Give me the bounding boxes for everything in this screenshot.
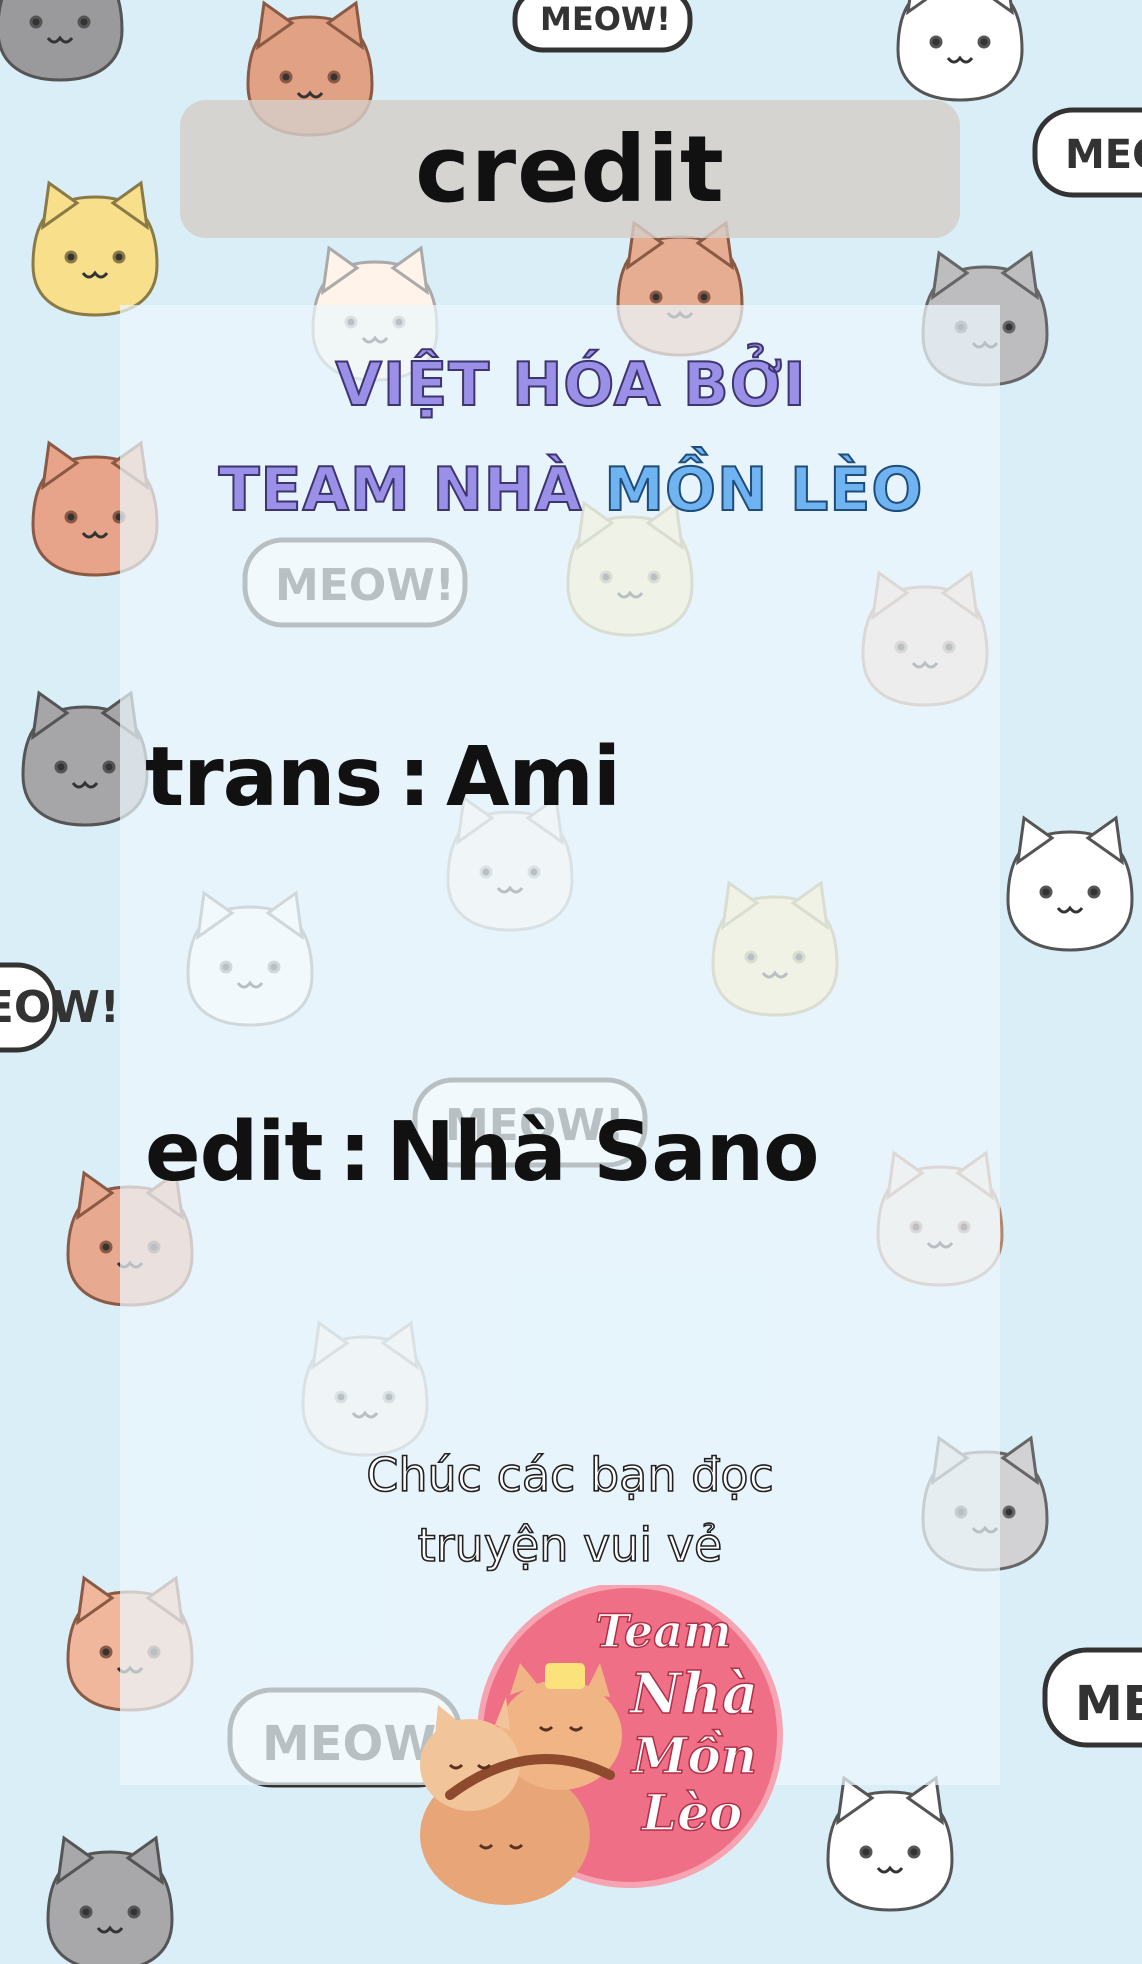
logo-text-line-1: Team: [595, 1604, 732, 1658]
bubble-text: MEOW!: [1075, 1676, 1142, 1732]
team-name-highlight: MỒN LÈO: [603, 454, 924, 526]
page-title: credit: [415, 115, 725, 223]
greeting-message: Chúc các bạn đọc truyện vui vẻ: [300, 1440, 840, 1580]
cat-icon: [0, 0, 124, 82]
cat-icon: [1006, 816, 1134, 952]
cat-icon: [896, 0, 1024, 102]
cat-icon: [826, 1776, 954, 1912]
bubble-text: MEOW!: [1065, 132, 1142, 178]
editor-separator: :: [338, 1105, 372, 1200]
translated-by-heading: VIỆT HÓA BỞI: [335, 349, 807, 421]
team-name-prefix: TEAM NHÀ: [218, 454, 605, 526]
greeting-line-2: truyện vui vẻ: [417, 1517, 723, 1573]
greeting-line-1: Chúc các bạn đọc: [365, 1447, 774, 1503]
bubble-text: MEOW!: [0, 982, 120, 1033]
cat-icon: [31, 181, 159, 317]
translator-name: Ami: [445, 730, 621, 825]
logo-text-line-4: Lèo: [640, 1783, 742, 1842]
logo-text-line-2: Nhà: [628, 1661, 758, 1727]
translator-separator: :: [398, 730, 431, 825]
editor-credit: edit: Nhà Sano: [145, 1105, 819, 1200]
translator-credit: trans: Ami: [145, 730, 621, 825]
translator-label: trans: [145, 730, 383, 825]
team-name-heading: TEAM NHÀ MỒN LÈO: [0, 454, 1142, 526]
team-logo: Team Nhà Mồn Lèo: [420, 1585, 783, 1905]
editor-name: Nhà Sano: [386, 1105, 819, 1200]
logo-text-line-3: Mồn: [630, 1726, 757, 1785]
editor-label: edit: [145, 1105, 324, 1200]
bubble-text: MEOW!: [540, 0, 671, 38]
title-banner: credit: [180, 100, 960, 238]
cat-icon: [46, 1836, 174, 1964]
